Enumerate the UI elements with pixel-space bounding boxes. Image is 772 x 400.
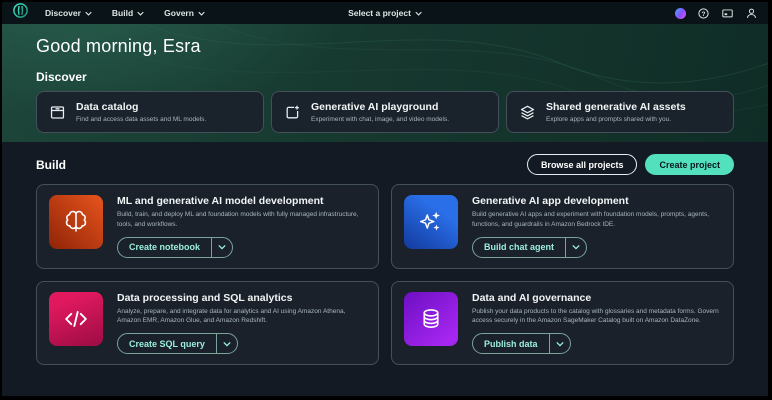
card-description: Build generative AI apps and experiment … xyxy=(472,210,721,230)
create-project-button[interactable]: Create project xyxy=(645,154,734,175)
nav-item-label: Govern xyxy=(164,8,194,18)
build-header: Build Browse all projects Create project xyxy=(36,154,734,175)
card-ml-model-development[interactable]: ML and generative AI model development B… xyxy=(36,184,379,269)
build-actions: Browse all projects Create project xyxy=(527,154,734,175)
brain-icon xyxy=(49,195,103,249)
sparkles-icon xyxy=(404,195,458,249)
hero-banner: Good morning, Esra Discover Data catalog… xyxy=(2,24,768,142)
create-notebook-button[interactable]: Create notebook xyxy=(117,237,233,258)
card-content: Data and AI governance Publish your data… xyxy=(472,292,721,355)
card-data-ai-governance[interactable]: Data and AI governance Publish your data… xyxy=(391,281,734,366)
nav-item-discover[interactable]: Discover xyxy=(45,8,92,18)
chevron-down-icon[interactable] xyxy=(216,334,237,353)
feedback-icon[interactable] xyxy=(721,7,734,20)
create-sql-query-button[interactable]: Create SQL query xyxy=(117,333,238,354)
nav-item-label: Discover xyxy=(45,8,81,18)
project-selector-label: Select a project xyxy=(348,8,411,18)
top-navigation: Discover Build Govern Select a project ? xyxy=(2,2,768,24)
chevron-down-icon xyxy=(198,11,205,16)
app-window: Discover Build Govern Select a project ? xyxy=(0,0,772,400)
code-icon xyxy=(49,292,103,346)
nav-item-label: Build xyxy=(112,8,133,18)
build-cards: ML and generative AI model development B… xyxy=(36,184,734,365)
card-text: Data catalog Find and access data assets… xyxy=(76,101,206,123)
database-icon xyxy=(404,292,458,346)
user-profile-icon[interactable] xyxy=(745,7,758,20)
browse-all-projects-button[interactable]: Browse all projects xyxy=(527,154,638,175)
amazon-q-icon[interactable] xyxy=(675,8,686,19)
card-content: Data processing and SQL analytics Analyz… xyxy=(117,292,366,355)
card-content: ML and generative AI model development B… xyxy=(117,195,366,258)
card-data-catalog[interactable]: Data catalog Find and access data assets… xyxy=(36,91,264,133)
nav-menu: Discover Build Govern xyxy=(45,8,205,18)
publish-data-button[interactable]: Publish data xyxy=(472,333,571,354)
card-title: Data processing and SQL analytics xyxy=(117,292,366,304)
card-text: Generative AI playground Experiment with… xyxy=(311,101,449,123)
build-section: Build Browse all projects Create project… xyxy=(2,142,768,365)
app-logo[interactable] xyxy=(12,2,29,24)
catalog-icon xyxy=(49,104,66,121)
build-section-heading: Build xyxy=(36,158,66,172)
card-title: ML and generative AI model development xyxy=(117,195,366,207)
card-description: Find and access data assets and ML model… xyxy=(76,116,206,123)
card-title: Generative AI app development xyxy=(472,195,721,207)
chevron-down-icon[interactable] xyxy=(211,238,232,257)
project-selector[interactable]: Select a project xyxy=(348,2,422,24)
button-label: Build chat agent xyxy=(473,238,565,257)
chevron-down-icon xyxy=(85,11,92,16)
card-title: Data and AI governance xyxy=(472,292,721,304)
discover-cards: Data catalog Find and access data assets… xyxy=(36,91,734,133)
card-title: Generative AI playground xyxy=(311,101,449,114)
chevron-down-icon xyxy=(415,11,422,16)
card-description: Explore apps and prompts shared with you… xyxy=(546,116,686,123)
nav-item-govern[interactable]: Govern xyxy=(164,8,205,18)
nav-item-build[interactable]: Build xyxy=(112,8,144,18)
button-label: Create SQL query xyxy=(118,334,216,353)
playground-icon xyxy=(284,104,301,121)
card-description: Build, train, and deploy ML and foundati… xyxy=(117,210,366,230)
button-label: Create notebook xyxy=(118,238,211,257)
card-title: Data catalog xyxy=(76,101,206,114)
svg-text:?: ? xyxy=(702,10,706,17)
card-description: Experiment with chat, image, and video m… xyxy=(311,116,449,123)
card-data-processing-sql[interactable]: Data processing and SQL analytics Analyz… xyxy=(36,281,379,366)
card-content: Generative AI app development Build gene… xyxy=(472,195,721,258)
card-shared-genai-assets[interactable]: Shared generative AI assets Explore apps… xyxy=(506,91,734,133)
sagemaker-logo-icon xyxy=(12,2,29,24)
card-title: Shared generative AI assets xyxy=(546,101,686,114)
chevron-down-icon xyxy=(137,11,144,16)
layers-icon xyxy=(519,104,536,121)
page-greeting: Good morning, Esra xyxy=(36,36,734,57)
help-icon[interactable]: ? xyxy=(697,7,710,20)
card-text: Shared generative AI assets Explore apps… xyxy=(546,101,686,123)
nav-utilities: ? xyxy=(675,7,758,20)
button-label: Publish data xyxy=(473,334,549,353)
card-genai-app-development[interactable]: Generative AI app development Build gene… xyxy=(391,184,734,269)
discover-section-heading: Discover xyxy=(36,70,734,84)
chevron-down-icon[interactable] xyxy=(549,334,570,353)
build-chat-agent-button[interactable]: Build chat agent xyxy=(472,237,587,258)
card-genai-playground[interactable]: Generative AI playground Experiment with… xyxy=(271,91,499,133)
card-description: Publish your data products to the catalo… xyxy=(472,307,721,327)
card-description: Analyze, prepare, and integrate data for… xyxy=(117,307,366,327)
chevron-down-icon[interactable] xyxy=(565,238,586,257)
